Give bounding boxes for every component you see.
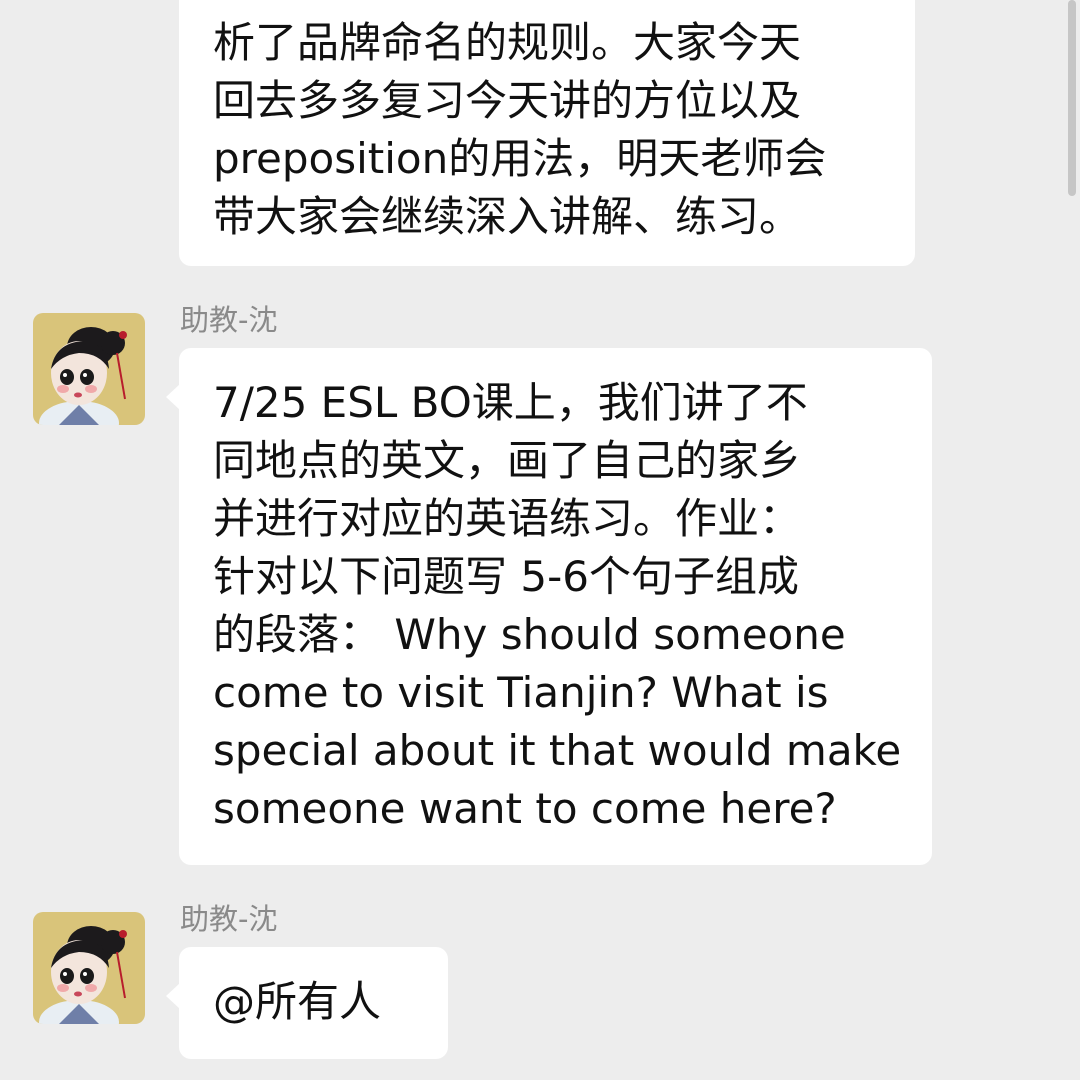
message-line: 7/25 ESL BO课上，我们讲了不 bbox=[213, 378, 808, 427]
message-line: special about it that would make bbox=[213, 726, 902, 775]
message-line: 回去多多复习今天讲的方位以及 bbox=[213, 76, 802, 125]
message-line: 同地点的英文，画了自己的家乡 bbox=[213, 436, 802, 485]
message-line: 带大家会继续深入讲解、练习。 bbox=[213, 192, 802, 241]
chat-area: 析了品牌命名的规则。大家今天 回去多多复习今天讲的方位以及 prepositio… bbox=[0, 0, 1080, 1080]
bubble-tail bbox=[166, 384, 180, 410]
message-line: 针对以下问题写 5-6个句子组成 bbox=[213, 552, 799, 601]
sender-name: 助教-沈 bbox=[180, 303, 278, 337]
sender-avatar[interactable] bbox=[33, 912, 145, 1024]
scrollbar[interactable] bbox=[1068, 0, 1076, 196]
message-bubble[interactable]: @所有人 bbox=[166, 947, 448, 1059]
message-line: 并进行对应的英语练习。作业： bbox=[213, 494, 802, 543]
message-line: 的段落： Why should someone bbox=[213, 610, 846, 659]
message-line: come to visit Tianjin? What is bbox=[213, 668, 829, 717]
message-bubble[interactable]: 析了品牌命名的规则。大家今天 回去多多复习今天讲的方位以及 prepositio… bbox=[179, 0, 915, 266]
message-line: @所有人 bbox=[213, 977, 382, 1026]
message-line: 析了品牌命名的规则。大家今天 bbox=[213, 18, 802, 67]
bubble-tail bbox=[166, 983, 180, 1009]
sender-name: 助教-沈 bbox=[180, 902, 278, 936]
message-line: someone want to come here? bbox=[213, 784, 837, 833]
cartoon-girl-avatar-icon bbox=[33, 313, 145, 425]
cartoon-girl-avatar-icon bbox=[33, 912, 145, 1024]
sender-avatar[interactable] bbox=[33, 313, 145, 425]
message-bubble[interactable]: 7/25 ESL BO课上，我们讲了不 同地点的英文，画了自己的家乡 并进行对应… bbox=[166, 348, 932, 865]
message-line: preposition的用法，明天老师会 bbox=[213, 134, 827, 183]
